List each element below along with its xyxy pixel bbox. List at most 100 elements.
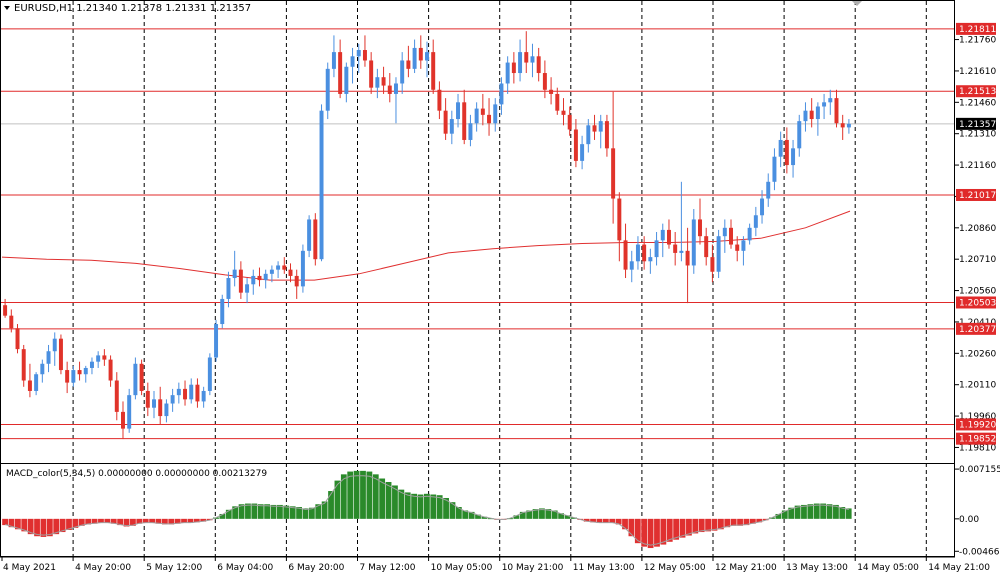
candle-body bbox=[96, 355, 101, 362]
candle-body bbox=[220, 298, 225, 325]
candle-body bbox=[425, 52, 429, 61]
candle-body bbox=[189, 384, 194, 400]
candle-body bbox=[338, 52, 343, 94]
candle-body bbox=[449, 119, 454, 134]
candle-body bbox=[300, 250, 305, 287]
macd-histogram-bar bbox=[328, 491, 334, 519]
candle-body bbox=[52, 338, 57, 352]
macd-histogram-bar bbox=[813, 503, 820, 519]
candle-body bbox=[369, 60, 374, 88]
candle-body bbox=[282, 265, 287, 270]
candle-body bbox=[716, 236, 721, 272]
price-tick-label: 1.21760 bbox=[959, 36, 996, 46]
price-tick-label: 1.20860 bbox=[959, 224, 996, 234]
candle-body bbox=[561, 110, 566, 115]
candle-body bbox=[393, 83, 398, 94]
price-level-label: 1.20503 bbox=[959, 298, 996, 308]
candle-body bbox=[121, 411, 125, 429]
macd-histogram-bar bbox=[826, 504, 833, 519]
macd-histogram-bar bbox=[398, 489, 405, 519]
macd-histogram-bar bbox=[334, 480, 341, 519]
time-tick-label: 4 May 20:00 bbox=[75, 563, 131, 573]
time-tick-label: 11 May 13:00 bbox=[573, 563, 635, 573]
macd-histogram-bar bbox=[417, 494, 424, 519]
candle-body bbox=[21, 349, 26, 381]
candle-body bbox=[834, 98, 839, 124]
candle-body bbox=[158, 399, 163, 417]
candle-body bbox=[183, 388, 188, 400]
candle-body bbox=[307, 219, 312, 251]
time-tick-label: 14 May 05:00 bbox=[857, 563, 919, 573]
candle-body bbox=[108, 359, 113, 381]
macd-histogram-bar bbox=[634, 518, 641, 544]
candle-body bbox=[536, 56, 541, 74]
candle-body bbox=[9, 315, 14, 329]
candle-body bbox=[822, 102, 827, 107]
candle-body bbox=[660, 229, 665, 241]
price-tick-label: 1.19810 bbox=[959, 443, 996, 453]
price-tick-label: 1.20260 bbox=[959, 349, 996, 359]
candle-body bbox=[530, 56, 535, 63]
candle-body bbox=[803, 110, 808, 122]
candle-body bbox=[381, 77, 386, 86]
time-tick-label: 12 May 21:00 bbox=[715, 563, 777, 573]
price-tick-label: 1.21610 bbox=[959, 67, 996, 77]
candle-body bbox=[604, 121, 609, 149]
candle-body bbox=[673, 244, 678, 253]
price-tick-label: 1.21160 bbox=[959, 161, 996, 171]
time-tick-label: 4 May 2021 bbox=[3, 563, 56, 573]
chart-canvas[interactable]: 4 May 2021 4 May 20:00 5 May 12:00 6 May 04… bbox=[0, 0, 1000, 579]
macd-histogram-bar bbox=[647, 518, 654, 549]
macd-histogram-bar bbox=[424, 493, 430, 519]
macd-histogram-bar bbox=[251, 503, 258, 519]
candle-body bbox=[71, 370, 76, 383]
candle-body bbox=[679, 250, 684, 253]
candle-body bbox=[666, 229, 671, 245]
candle-body bbox=[40, 363, 45, 375]
candle-body bbox=[791, 148, 796, 166]
candle-body bbox=[729, 227, 733, 245]
candle-body bbox=[418, 47, 423, 61]
macd-histogram-bar bbox=[379, 478, 386, 519]
candle-body bbox=[114, 380, 119, 412]
macd-tick-label: 0.00 bbox=[959, 515, 979, 525]
candle-body bbox=[127, 395, 132, 429]
candle-body bbox=[152, 399, 156, 408]
candle-body bbox=[468, 123, 473, 140]
candle-body bbox=[145, 390, 150, 408]
macd-header: MACD_color(5,34,5) 0.00000000 0.00000000… bbox=[6, 469, 267, 479]
candle-body bbox=[288, 269, 293, 276]
candle-body bbox=[201, 390, 206, 402]
macd-histogram-bar bbox=[245, 503, 251, 519]
macd-tick-label: 0.0071558 bbox=[959, 465, 1000, 475]
candle-body bbox=[747, 227, 752, 241]
macd-histogram-bar bbox=[347, 471, 354, 519]
macd-histogram-bar bbox=[666, 518, 673, 542]
macd-histogram-bar bbox=[270, 504, 277, 519]
trading-chart[interactable]: 4 May 2021 4 May 20:00 5 May 12:00 6 May 04… bbox=[0, 0, 1000, 579]
macd-histogram-bar bbox=[654, 518, 660, 547]
candle-body bbox=[722, 227, 727, 237]
candle-body bbox=[753, 215, 758, 228]
candle-body bbox=[511, 62, 516, 74]
candle-body bbox=[15, 328, 20, 350]
current-price-label: 1.21357 bbox=[959, 120, 996, 130]
macd-histogram-bar bbox=[430, 494, 437, 519]
candle-body bbox=[83, 367, 88, 375]
candle-body bbox=[251, 275, 256, 285]
candle-body bbox=[406, 60, 411, 69]
macd-histogram-bar bbox=[2, 518, 8, 526]
price-level-label: 1.21017 bbox=[959, 191, 996, 201]
candle-body bbox=[164, 403, 169, 417]
candle-body bbox=[487, 114, 492, 124]
time-tick-label: 13 May 13:00 bbox=[786, 563, 848, 573]
candle-body bbox=[549, 89, 554, 94]
price-level-label: 1.19852 bbox=[959, 435, 996, 445]
candle-body bbox=[331, 52, 336, 69]
candle-body bbox=[493, 104, 498, 124]
candle-body bbox=[542, 73, 547, 90]
candle-body bbox=[809, 110, 814, 120]
candle-body bbox=[815, 106, 820, 120]
candle-body bbox=[778, 139, 783, 157]
candle-body bbox=[474, 108, 479, 124]
